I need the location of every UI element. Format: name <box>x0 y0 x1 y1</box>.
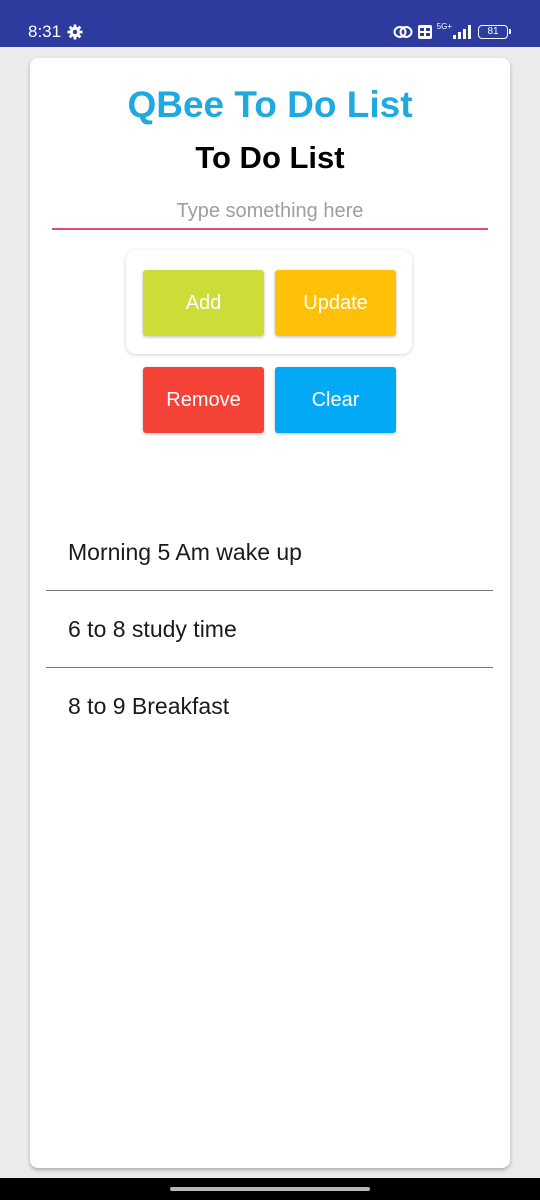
status-icons: 5G+ 81 <box>393 20 511 44</box>
task-text: 8 to 9 Breakfast <box>68 693 230 719</box>
link-icon <box>393 26 413 38</box>
task-list: Morning 5 Am wake up 6 to 8 study time 8… <box>46 514 493 745</box>
main-card: QBee To Do List To Do List Add Update Re… <box>30 58 510 1168</box>
gear-icon <box>67 24 83 40</box>
network-type-label: 5G+ <box>436 22 452 31</box>
page-subtitle: To Do List <box>195 140 345 175</box>
app-title: QBee To Do List <box>127 84 413 125</box>
task-text: Morning 5 Am wake up <box>68 539 302 565</box>
list-item[interactable]: 6 to 8 study time <box>46 591 493 668</box>
home-indicator[interactable] <box>170 1187 370 1191</box>
clear-button[interactable]: Clear <box>275 367 396 433</box>
list-item[interactable]: 8 to 9 Breakfast <box>46 668 493 745</box>
list-item[interactable]: Morning 5 Am wake up <box>46 514 493 591</box>
add-button[interactable]: Add <box>143 270 264 336</box>
status-bar: 8:31 5G+ 81 <box>0 0 540 47</box>
update-button[interactable]: Update <box>275 270 396 336</box>
remove-button[interactable]: Remove <box>143 367 264 433</box>
signal-icon <box>453 25 471 39</box>
vowifi-icon <box>417 25 432 39</box>
battery-icon: 81 <box>478 25 511 39</box>
status-time: 8:31 <box>28 22 62 41</box>
task-text: 6 to 8 study time <box>68 616 237 642</box>
task-input[interactable] <box>52 194 488 230</box>
